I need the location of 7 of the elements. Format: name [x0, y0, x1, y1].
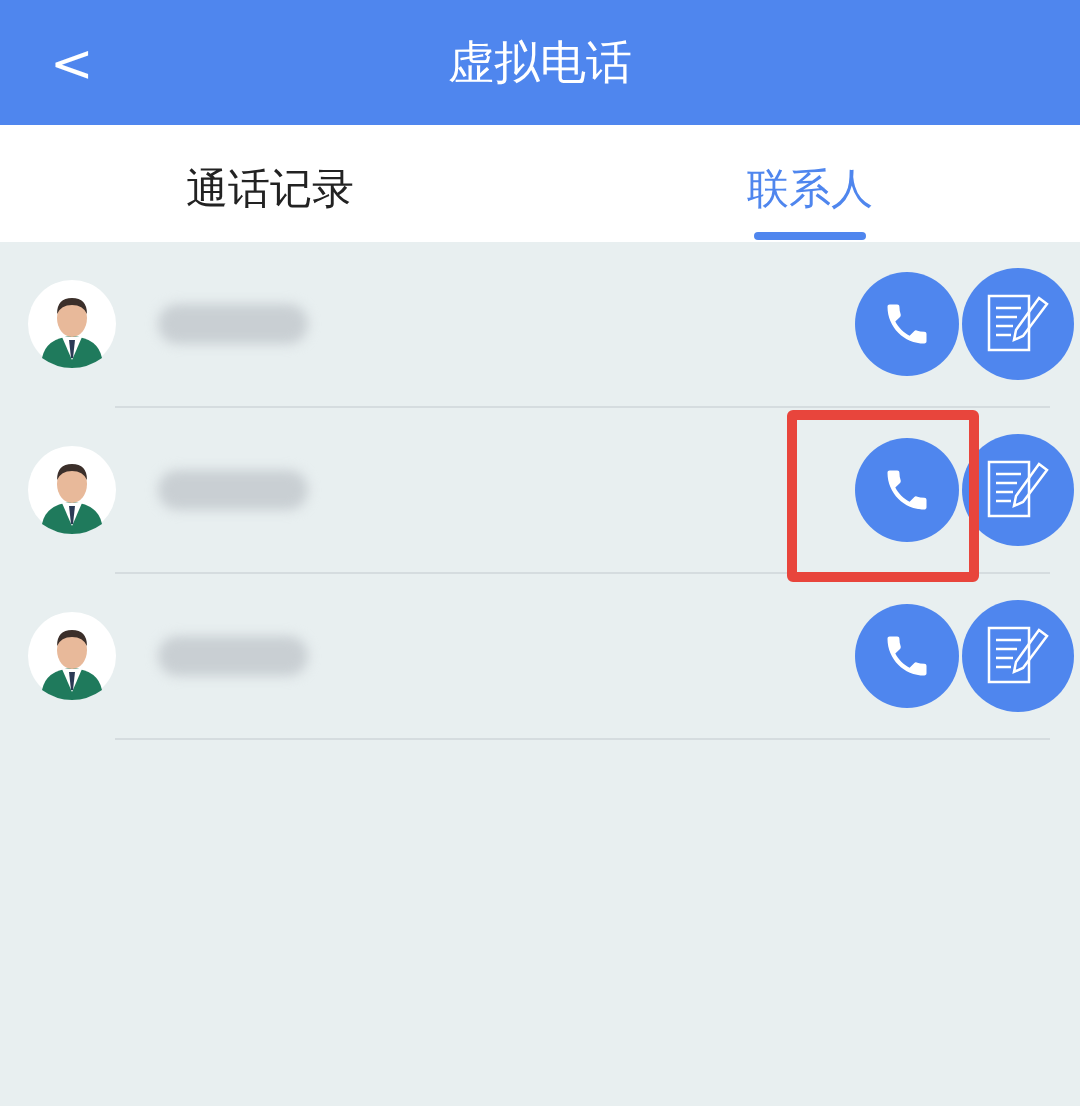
tab[interactable]: 联系人 — [747, 157, 873, 220]
avatar-icon — [28, 446, 116, 534]
avatar-icon — [28, 612, 116, 700]
page-title: 虚拟电话 — [448, 34, 632, 91]
tab[interactable]: 通话记录 — [186, 157, 354, 220]
avatar-icon — [28, 280, 116, 368]
back-button[interactable]: < — [50, 36, 94, 89]
